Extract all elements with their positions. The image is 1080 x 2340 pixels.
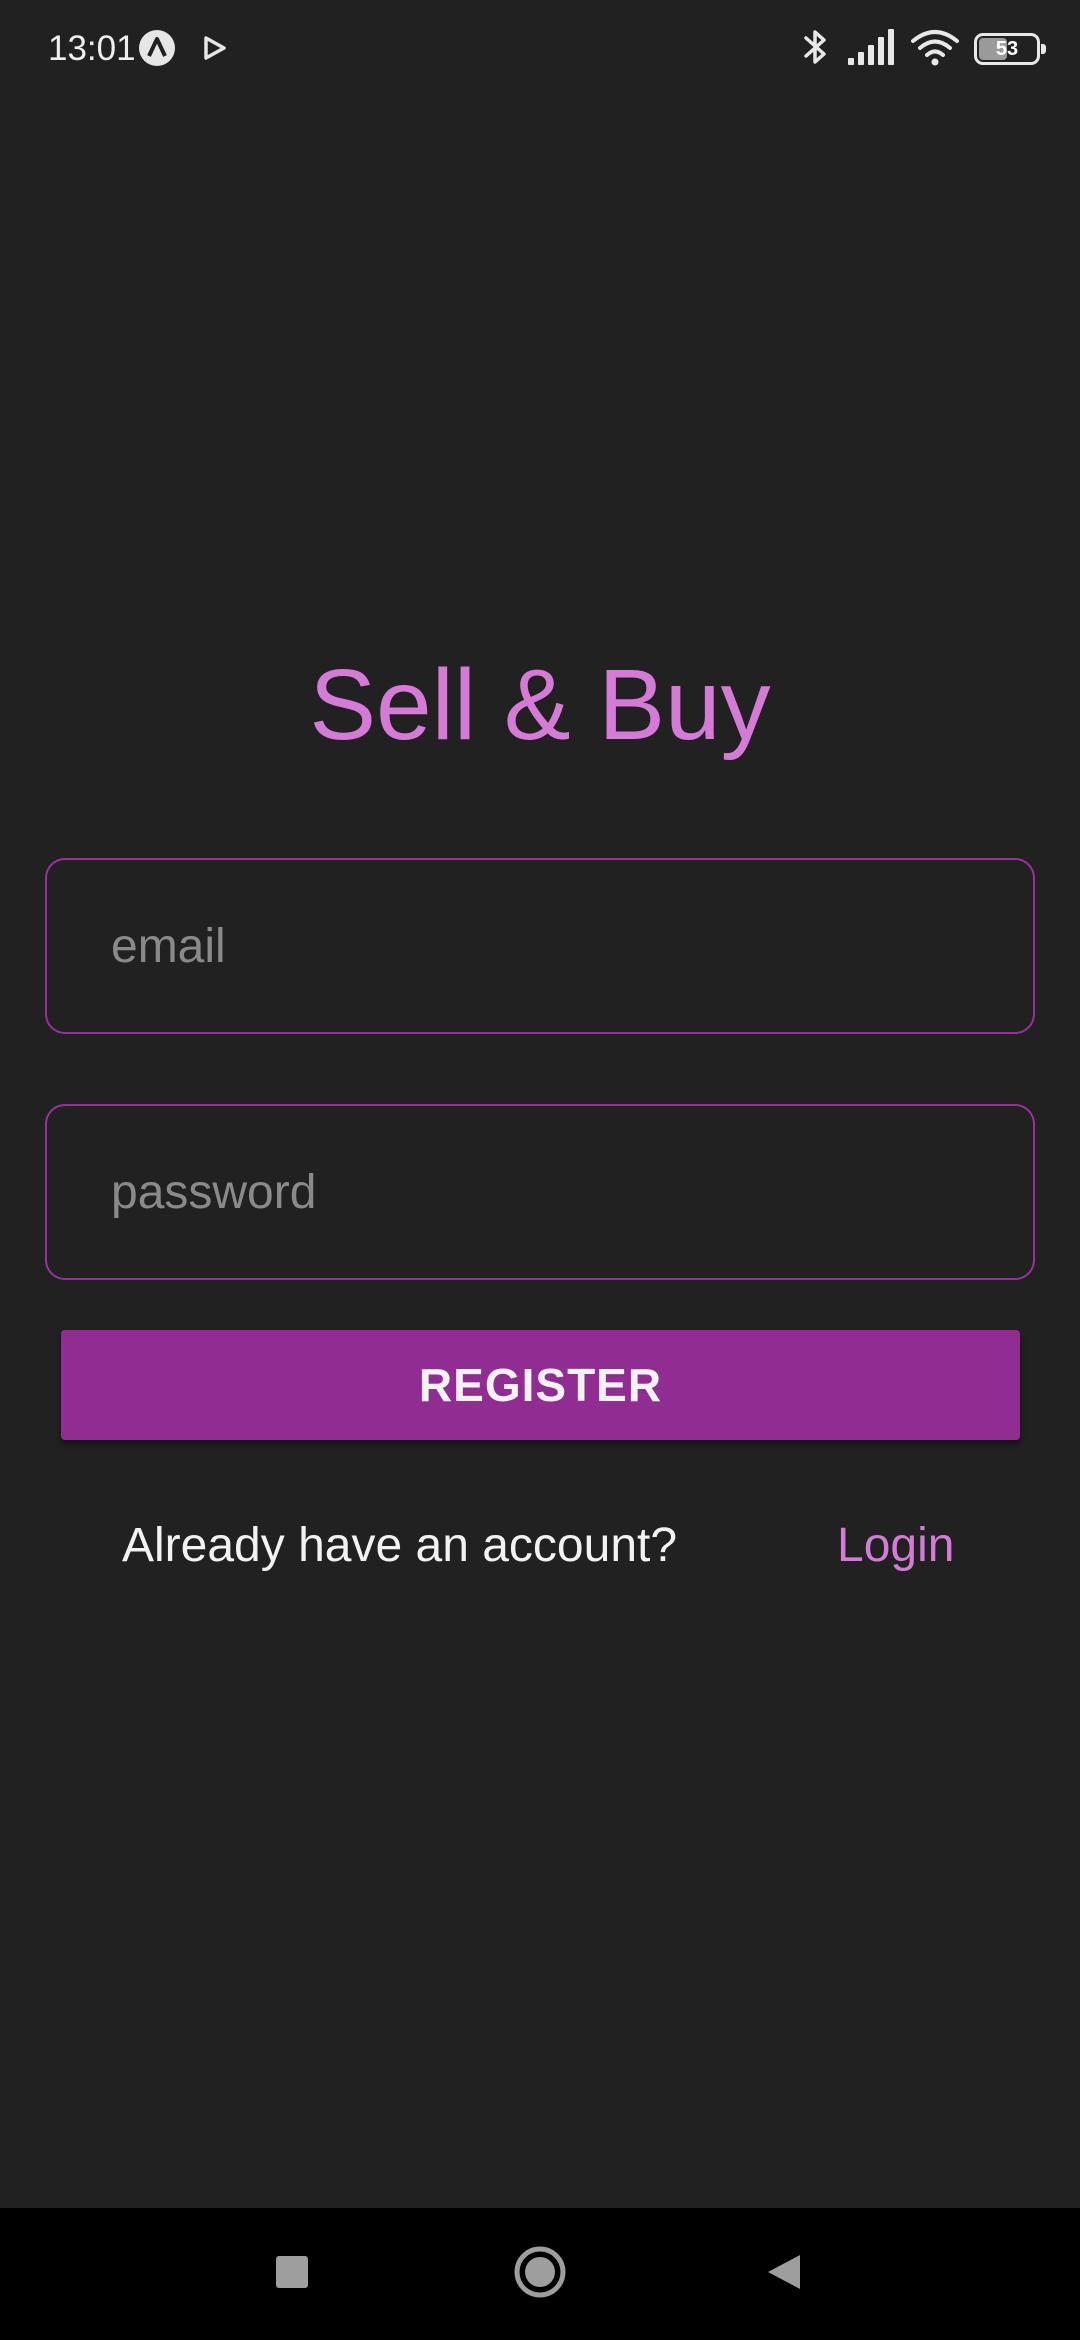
bluetooth-icon bbox=[798, 25, 832, 74]
home-icon bbox=[513, 2245, 567, 2304]
wifi-icon bbox=[910, 27, 960, 72]
status-bar: 13:01 53 bbox=[0, 0, 1080, 100]
battery-level: 53 bbox=[995, 38, 1019, 60]
back-icon bbox=[764, 2252, 804, 2297]
recent-apps-icon bbox=[274, 2254, 310, 2295]
register-screen: 13:01 53 Sell & Buy email REGISTER Alrea… bbox=[0, 0, 1080, 2340]
play-store-icon bbox=[195, 28, 235, 68]
app-title: Sell & Buy bbox=[309, 649, 771, 761]
password-field-container bbox=[45, 1104, 1035, 1280]
register-button[interactable]: REGISTER bbox=[61, 1330, 1020, 1440]
recent-apps-button[interactable] bbox=[232, 2208, 352, 2340]
password-input[interactable] bbox=[47, 1106, 1033, 1278]
battery-icon: 53 bbox=[974, 33, 1046, 65]
status-time: 13:01 bbox=[48, 29, 136, 68]
app-badge-icon bbox=[137, 28, 177, 68]
back-button[interactable] bbox=[724, 2208, 844, 2340]
email-input[interactable] bbox=[47, 860, 1033, 1032]
home-button[interactable] bbox=[480, 2208, 600, 2340]
already-have-account-text: Already have an account? bbox=[122, 1519, 678, 1572]
login-link[interactable]: Login bbox=[837, 1516, 954, 1576]
signal-icon bbox=[846, 27, 896, 72]
email-field-container bbox=[45, 858, 1035, 1034]
navigation-bar bbox=[0, 2208, 1080, 2340]
status-icons: 53 bbox=[798, 24, 1046, 74]
